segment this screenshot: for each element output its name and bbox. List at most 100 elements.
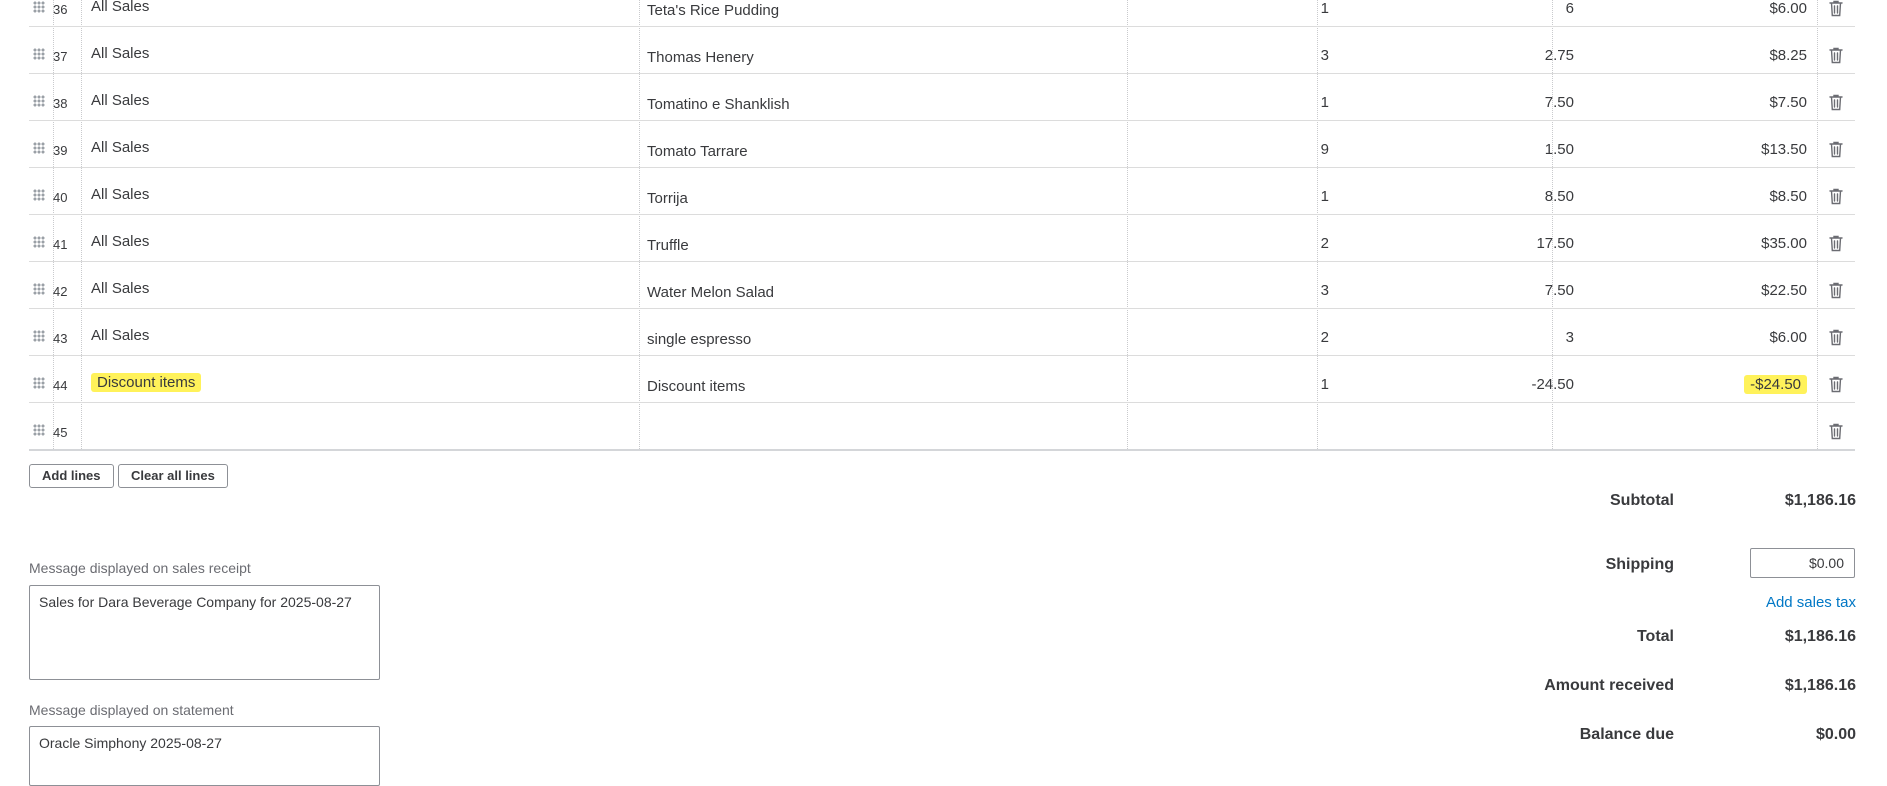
- trash-icon[interactable]: [1829, 74, 1849, 120]
- category-cell[interactable]: All Sales: [91, 74, 651, 120]
- description-cell[interactable]: Tomato Tarrare: [647, 121, 1127, 167]
- category-cell[interactable]: All Sales: [91, 27, 651, 73]
- qty-cell[interactable]: 1: [1129, 168, 1329, 214]
- amount-cell[interactable]: $13.50: [1559, 121, 1807, 167]
- amount-text: $8.25: [1769, 47, 1807, 64]
- table-row[interactable]: 45: [29, 403, 1855, 451]
- receipt-message-input[interactable]: Sales for Dara Beverage Company for 2025…: [29, 585, 380, 680]
- trash-icon[interactable]: [1829, 0, 1849, 26]
- qty-cell[interactable]: 1: [1129, 74, 1329, 120]
- table-row[interactable]: 42 All Sales Water Melon Salad 3 7.50 $22.50: [29, 262, 1855, 309]
- amount-text: $8.50: [1769, 188, 1807, 205]
- description-cell[interactable]: Water Melon Salad: [647, 262, 1127, 308]
- category-cell[interactable]: All Sales: [91, 0, 651, 26]
- qty-cell[interactable]: 9: [1129, 121, 1329, 167]
- category-text: All Sales: [91, 233, 150, 250]
- drag-handle-icon[interactable]: [33, 0, 47, 26]
- trash-icon[interactable]: [1829, 403, 1849, 449]
- trash-icon[interactable]: [1829, 168, 1849, 214]
- amount-cell[interactable]: $6.00: [1559, 309, 1807, 355]
- amount-cell[interactable]: $6.00: [1559, 0, 1807, 26]
- trash-icon[interactable]: [1829, 356, 1849, 402]
- rate-cell[interactable]: 3: [1329, 309, 1574, 355]
- rate-cell[interactable]: [1329, 403, 1574, 449]
- amount-text: $22.50: [1761, 282, 1807, 299]
- amount-text: $6.00: [1769, 0, 1807, 17]
- category-cell[interactable]: Discount items: [91, 356, 651, 402]
- trash-icon[interactable]: [1829, 121, 1849, 167]
- table-row[interactable]: 37 All Sales Thomas Henery 3 2.75 $8.25: [29, 27, 1855, 74]
- add-sales-tax-link[interactable]: Add sales tax: [1766, 594, 1856, 611]
- category-cell[interactable]: All Sales: [91, 309, 651, 355]
- drag-handle-icon[interactable]: [33, 215, 47, 261]
- statement-message-input[interactable]: Oracle Simphony 2025-08-27: [29, 726, 380, 786]
- category-cell[interactable]: All Sales: [91, 121, 651, 167]
- category-cell[interactable]: All Sales: [91, 215, 651, 261]
- description-cell[interactable]: [647, 403, 1127, 449]
- amount-cell[interactable]: $8.25: [1559, 27, 1807, 73]
- table-row[interactable]: 36 All Sales Teta's Rice Pudding 1 6 $6.00: [29, 0, 1855, 27]
- category-cell[interactable]: All Sales: [91, 262, 651, 308]
- rate-cell[interactable]: 8.50: [1329, 168, 1574, 214]
- shipping-input[interactable]: $0.00: [1750, 548, 1855, 578]
- rate-cell[interactable]: 17.50: [1329, 215, 1574, 261]
- line-number: 39: [53, 143, 68, 158]
- drag-handle-icon[interactable]: [33, 262, 47, 308]
- qty-cell[interactable]: 2: [1129, 309, 1329, 355]
- rate-cell[interactable]: -24.50: [1329, 356, 1574, 402]
- amount-cell[interactable]: $7.50: [1559, 74, 1807, 120]
- amount-text: $6.00: [1769, 329, 1807, 346]
- trash-icon[interactable]: [1829, 262, 1849, 308]
- qty-cell[interactable]: [1129, 403, 1329, 449]
- description-cell[interactable]: Torrija: [647, 168, 1127, 214]
- category-text: All Sales: [91, 92, 150, 109]
- trash-icon[interactable]: [1829, 215, 1849, 261]
- rate-cell[interactable]: 6: [1329, 0, 1574, 26]
- category-text: All Sales: [91, 327, 150, 344]
- qty-cell[interactable]: 2: [1129, 215, 1329, 261]
- amount-cell[interactable]: [1559, 403, 1807, 449]
- drag-handle-icon[interactable]: [33, 403, 47, 449]
- table-row[interactable]: 41 All Sales Truffle 2 17.50 $35.00: [29, 215, 1855, 262]
- description-cell[interactable]: Thomas Henery: [647, 27, 1127, 73]
- amount-cell[interactable]: $22.50: [1559, 262, 1807, 308]
- category-text: All Sales: [91, 280, 150, 297]
- category-cell[interactable]: All Sales: [91, 168, 651, 214]
- qty-cell[interactable]: 1: [1129, 356, 1329, 402]
- table-row[interactable]: 43 All Sales single espresso 2 3 $6.00: [29, 309, 1855, 356]
- qty-cell[interactable]: 1: [1129, 0, 1329, 26]
- description-cell[interactable]: single espresso: [647, 309, 1127, 355]
- line-number: 37: [53, 49, 68, 64]
- trash-icon[interactable]: [1829, 27, 1849, 73]
- table-row[interactable]: 44 Discount items Discount items 1 -24.50 -$2…: [29, 356, 1855, 403]
- drag-handle-icon[interactable]: [33, 27, 47, 73]
- description-cell[interactable]: Tomatino e Shanklish: [647, 74, 1127, 120]
- rate-cell[interactable]: 1.50: [1329, 121, 1574, 167]
- rate-cell[interactable]: 7.50: [1329, 262, 1574, 308]
- drag-handle-icon[interactable]: [33, 74, 47, 120]
- amount-cell[interactable]: -$24.50: [1559, 356, 1807, 402]
- description-cell[interactable]: Discount items: [647, 356, 1127, 402]
- table-row[interactable]: 38 All Sales Tomatino e Shanklish 1 7.50 $7.5…: [29, 74, 1855, 121]
- rate-cell[interactable]: 2.75: [1329, 27, 1574, 73]
- rate-cell[interactable]: 7.50: [1329, 74, 1574, 120]
- description-cell[interactable]: Teta's Rice Pudding: [647, 0, 1127, 26]
- description-cell[interactable]: Truffle: [647, 215, 1127, 261]
- drag-handle-icon[interactable]: [33, 356, 47, 402]
- add-lines-button[interactable]: Add lines: [29, 464, 114, 488]
- table-row[interactable]: 39 All Sales Tomato Tarrare 9 1.50 $13.50: [29, 121, 1855, 168]
- drag-handle-icon[interactable]: [33, 309, 47, 355]
- amount-received-value: $1,186.16: [1784, 677, 1856, 694]
- amount-cell[interactable]: $35.00: [1559, 215, 1807, 261]
- qty-cell[interactable]: 3: [1129, 262, 1329, 308]
- drag-handle-icon[interactable]: [33, 168, 47, 214]
- clear-all-lines-button[interactable]: Clear all lines: [118, 464, 228, 488]
- trash-icon[interactable]: [1829, 309, 1849, 355]
- drag-handle-icon[interactable]: [33, 121, 47, 167]
- table-row[interactable]: 40 All Sales Torrija 1 8.50 $8.50: [29, 168, 1855, 215]
- amount-cell[interactable]: $8.50: [1559, 168, 1807, 214]
- balance-due-value: $0.00: [1815, 726, 1856, 743]
- statement-message-label: Message displayed on statement: [29, 702, 234, 718]
- category-cell[interactable]: [91, 403, 651, 449]
- qty-cell[interactable]: 3: [1129, 27, 1329, 73]
